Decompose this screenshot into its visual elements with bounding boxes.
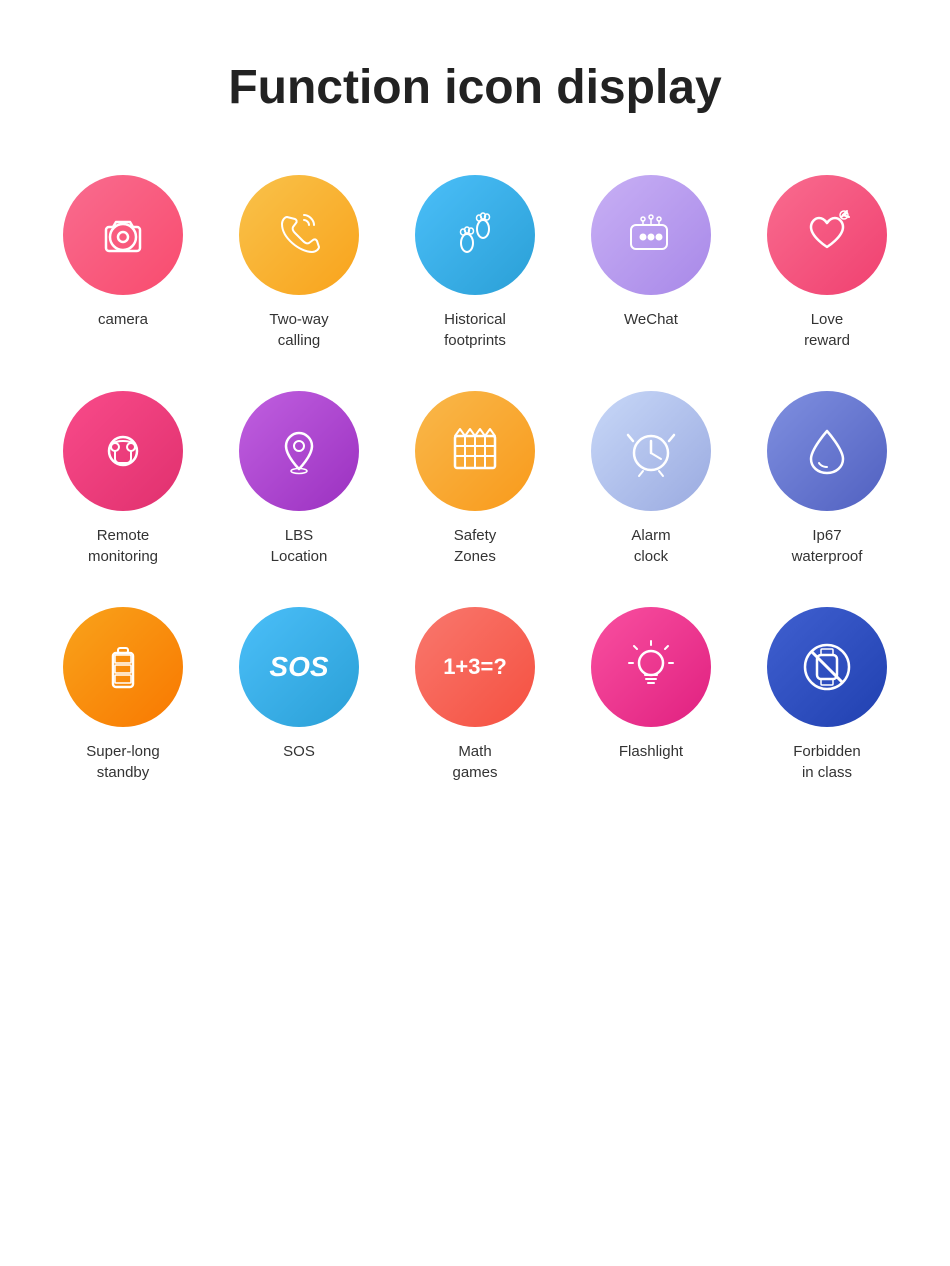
icon-circle-two-way-calling [239, 175, 359, 295]
icon-circle-forbidden-in-class [767, 607, 887, 727]
icon-item-two-way-calling: Two-way calling [221, 175, 377, 351]
icon-circle-love-reward [767, 175, 887, 295]
icon-item-safety-zones: Safety Zones [397, 391, 553, 567]
icon-label-math-games: Math games [452, 741, 497, 783]
icon-item-remote-monitoring: Remote monitoring [45, 391, 201, 567]
icon-circle-wechat [591, 175, 711, 295]
icon-label-forbidden-in-class: Forbidden in class [793, 741, 861, 783]
icon-label-lbs-location: LBS Location [271, 525, 328, 567]
icon-label-flashlight: Flashlight [619, 741, 683, 762]
icon-label-two-way-calling: Two-way calling [269, 309, 328, 351]
icon-item-forbidden-in-class: Forbidden in class [749, 607, 905, 783]
icon-label-camera: camera [98, 309, 148, 330]
icon-label-remote-monitoring: Remote monitoring [88, 525, 158, 567]
icon-circle-math-games: 1+3=? [415, 607, 535, 727]
icon-circle-camera [63, 175, 183, 295]
icon-label-sos: SOS [283, 741, 315, 762]
icon-item-flashlight: Flashlight [573, 607, 729, 783]
icon-circle-ip67-waterproof [767, 391, 887, 511]
icon-circle-super-long-standby [63, 607, 183, 727]
icon-item-math-games: 1+3=? Math games [397, 607, 553, 783]
icon-item-super-long-standby: Super-long standby [45, 607, 201, 783]
icon-item-wechat: WeChat [573, 175, 729, 351]
icon-circle-remote-monitoring [63, 391, 183, 511]
page-title: Function icon display [228, 60, 721, 115]
sos-text: SOS [269, 651, 328, 683]
icon-item-lbs-location: LBS Location [221, 391, 377, 567]
icon-circle-flashlight [591, 607, 711, 727]
icon-item-love-reward: Love reward [749, 175, 905, 351]
icon-item-historical-footprints: Historical footprints [397, 175, 553, 351]
icon-circle-historical-footprints [415, 175, 535, 295]
icon-label-love-reward: Love reward [804, 309, 850, 351]
icon-circle-alarm-clock [591, 391, 711, 511]
icon-item-alarm-clock: Alarm clock [573, 391, 729, 567]
icon-item-ip67-waterproof: Ip67 waterproof [749, 391, 905, 567]
icon-circle-safety-zones [415, 391, 535, 511]
icon-label-wechat: WeChat [624, 309, 678, 330]
icon-label-alarm-clock: Alarm clock [631, 525, 670, 567]
math-games-text: 1+3=? [443, 654, 507, 680]
icon-circle-lbs-location [239, 391, 359, 511]
icon-item-camera: camera [45, 175, 201, 351]
icon-label-safety-zones: Safety Zones [454, 525, 497, 567]
icon-label-historical-footprints: Historical footprints [444, 309, 506, 351]
icon-label-super-long-standby: Super-long standby [86, 741, 159, 783]
icons-grid: camera Two-way calling [45, 175, 905, 783]
icon-circle-sos: SOS [239, 607, 359, 727]
icon-label-ip67-waterproof: Ip67 waterproof [792, 525, 863, 567]
icon-item-sos: SOS SOS [221, 607, 377, 783]
